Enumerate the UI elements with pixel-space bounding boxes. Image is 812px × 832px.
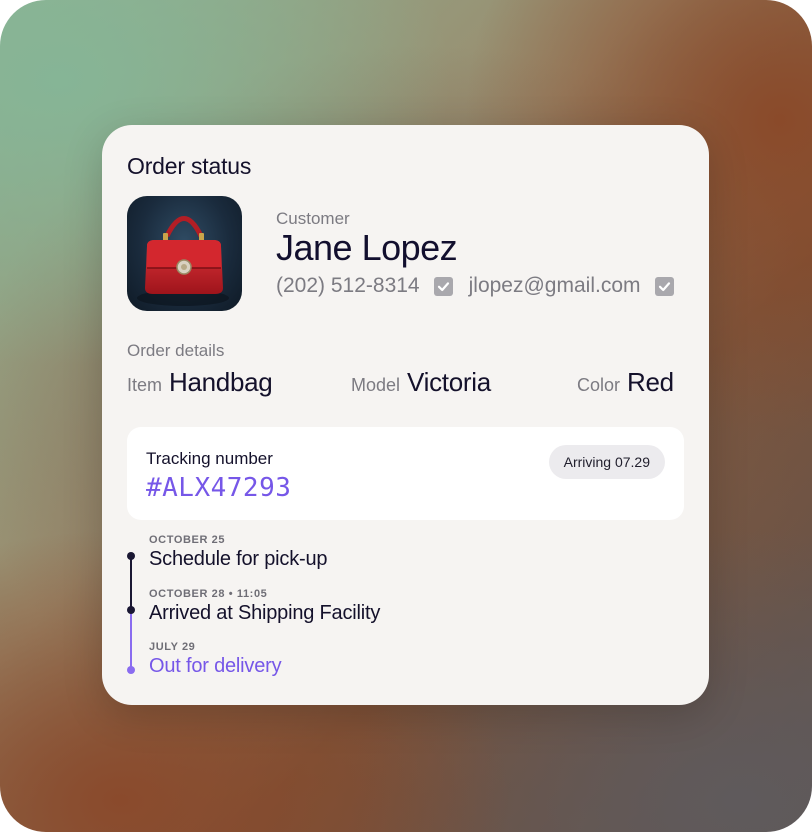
timeline-event: OCTOBER 25 Schedule for pick-up [149,534,328,571]
order-status-card: Order status Customer Jane Lopez (202) 5… [102,125,709,705]
event-date: OCTOBER 25 [149,534,226,546]
timeline-dot-done [127,552,135,560]
detail-value: Red [627,367,674,397]
product-image[interactable] [127,196,242,311]
timeline-dot-current [127,666,135,674]
timeline-dot-done [127,606,135,614]
event-name: Out for delivery [149,655,282,677]
card-title: Order status [127,153,252,179]
customer-label: Customer [276,209,350,228]
timeline-line-completed [130,556,132,610]
detail-color: Color Red [577,367,674,398]
detail-key: Color [577,375,621,395]
timeline-line-current [130,610,132,670]
detail-key: Item [127,375,163,395]
contact-row: (202) 512-8314 jlopez@gmail.com [276,273,674,299]
event-date: JULY 29 [149,641,196,653]
detail-value: Victoria [407,367,491,397]
phone-verified-checkbox-icon[interactable] [433,276,453,296]
detail-model: Model Victoria [351,367,491,398]
handbag-icon [137,216,229,306]
event-name: Arrived at Shipping Facility [149,602,381,624]
customer-name: Jane Lopez [276,227,458,268]
tracking-panel: Tracking number #ALX47293 Arriving 07.29 [127,427,684,520]
order-details-row: Item Handbag Model Victoria Color Red [127,367,679,401]
timeline-event: OCTOBER 28 • 11:05 Arrived at Shipping F… [149,588,380,625]
detail-key: Model [351,375,401,395]
event-name: Schedule for pick-up [149,548,328,570]
event-date: OCTOBER 28 • 11:05 [149,588,268,600]
detail-item: Item Handbag [127,367,273,398]
email-address[interactable]: jlopez@gmail.com [469,274,641,298]
timeline-event-current: JULY 29 Out for delivery [149,641,282,678]
phone-number[interactable]: (202) 512-8314 [276,274,420,298]
arrival-badge: Arriving 07.29 [548,445,665,479]
tracking-number[interactable]: #ALX47293 [146,473,291,503]
tracking-label: Tracking number [146,449,273,468]
shipment-timeline: OCTOBER 25 Schedule for pick-up OCTOBER … [122,530,602,700]
order-details-label: Order details [127,341,225,360]
email-verified-checkbox-icon[interactable] [654,276,674,296]
detail-value: Handbag [169,367,273,397]
